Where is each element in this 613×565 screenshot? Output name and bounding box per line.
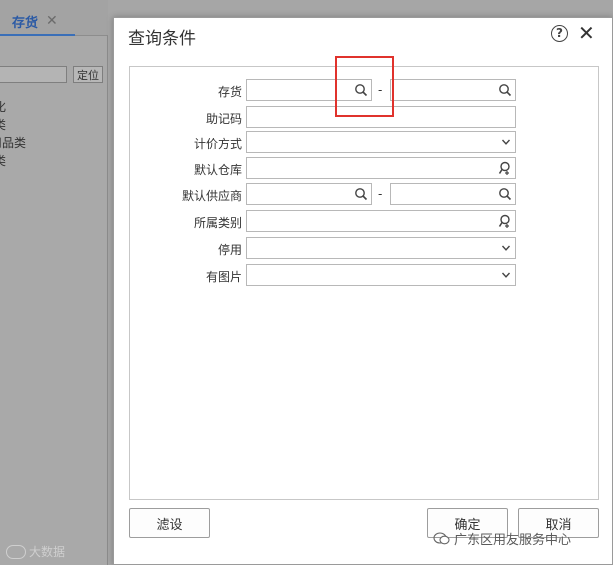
row-default-warehouse: 默认仓库: [130, 157, 600, 179]
search-icon[interactable]: [498, 83, 512, 97]
query-form: 存货 - 助记码 计价方式 默认仓库 默认供应商 - 所属类别 停用 有图片: [129, 66, 599, 500]
default-warehouse-label: 默认仓库: [193, 163, 242, 177]
row-category: 所属类别: [130, 210, 600, 232]
supplier-from-input[interactable]: [246, 183, 372, 205]
query-dialog: 查询条件 ? ✕ 存货 - 助记码 计价方式 默认仓库 默认供应商 - 所属类别…: [113, 17, 613, 565]
row-default-supplier: 默认供应商 -: [130, 183, 600, 205]
pricing-method-label: 计价方式: [193, 137, 242, 151]
chevron-down-icon[interactable]: [501, 137, 511, 147]
search-icon[interactable]: [354, 187, 368, 201]
category-input[interactable]: [246, 210, 516, 232]
has-image-label: 有图片: [205, 270, 242, 284]
inventory-label: 存货: [217, 85, 242, 99]
tree-item[interactable]: [0, 170, 100, 188]
watermark-left-text: 大数据: [29, 545, 66, 559]
default-supplier-label: 默认供应商: [181, 189, 242, 203]
filter-settings-button[interactable]: 滤设: [129, 508, 210, 538]
row-has-image: 有图片: [130, 264, 600, 286]
supplier-to-input[interactable]: [390, 183, 516, 205]
row-inventory: 存货 -: [130, 79, 600, 101]
tree-item[interactable]: 库: [0, 188, 100, 206]
chevron-down-icon[interactable]: [501, 270, 511, 280]
dialog-title: 查询条件: [128, 29, 196, 49]
search-add-icon[interactable]: [498, 161, 512, 175]
search-icon[interactable]: [354, 83, 368, 97]
inventory-to-input[interactable]: [390, 79, 516, 101]
tree-search-input[interactable]: [0, 66, 67, 83]
watermark-left: 大数据: [6, 543, 65, 560]
mnemonic-input[interactable]: [246, 106, 516, 128]
help-icon[interactable]: ?: [551, 25, 568, 42]
category-tree: 化 类 用品类 类 库: [0, 98, 100, 206]
tree-item[interactable]: 类: [0, 116, 100, 134]
tree-item[interactable]: 类: [0, 152, 100, 170]
mnemonic-label: 助记码: [205, 112, 242, 126]
close-icon[interactable]: ✕: [578, 21, 595, 45]
range-separator: -: [378, 187, 383, 201]
row-mnemonic: 助记码: [130, 106, 600, 128]
tab-label: 存货: [12, 15, 39, 31]
range-separator: -: [378, 83, 383, 97]
tab-bar: 存货 ✕: [0, 0, 108, 36]
tree-item[interactable]: 用品类: [0, 134, 100, 152]
has-image-select[interactable]: [246, 264, 516, 286]
wechat-icon: [433, 532, 450, 545]
tree-item[interactable]: 化: [0, 98, 100, 116]
watermark-logo-icon: [6, 544, 26, 559]
watermark-right-text: 广东区用友服务中心: [454, 533, 572, 548]
left-panel: 存货 ✕ 定位 化 类 用品类 类 库: [0, 0, 108, 565]
tab-close-icon[interactable]: ✕: [46, 13, 58, 29]
disabled-select[interactable]: [246, 237, 516, 259]
row-disabled: 停用: [130, 237, 600, 259]
row-pricing-method: 计价方式: [130, 131, 600, 153]
disabled-label: 停用: [217, 243, 242, 257]
chevron-down-icon[interactable]: [501, 243, 511, 253]
search-icon[interactable]: [498, 187, 512, 201]
inventory-from-input[interactable]: [246, 79, 372, 101]
tab-inventory[interactable]: 存货 ✕: [0, 8, 75, 36]
search-add-icon[interactable]: [498, 214, 512, 228]
category-label: 所属类别: [193, 216, 242, 230]
pricing-method-select[interactable]: [246, 131, 516, 153]
default-warehouse-input[interactable]: [246, 157, 516, 179]
locate-button[interactable]: 定位: [73, 66, 103, 83]
watermark-right: 广东区用友服务中心: [433, 529, 571, 548]
